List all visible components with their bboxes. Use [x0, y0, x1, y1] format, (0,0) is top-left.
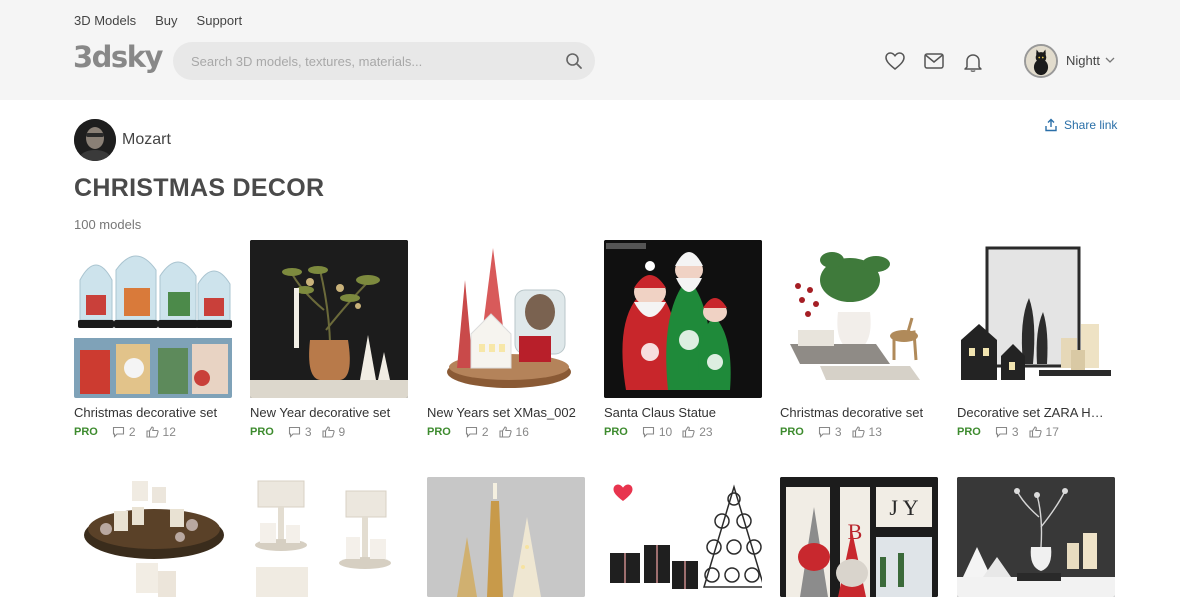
messages-mail-icon[interactable] — [923, 50, 945, 72]
comment-icon — [642, 426, 654, 438]
comment-icon — [112, 426, 124, 438]
author-avatar[interactable] — [74, 119, 116, 161]
nav-buy[interactable]: Buy — [155, 13, 177, 28]
site-header: 3D Models Buy Support 3dsky Nightt — [0, 0, 1180, 100]
model-meta: PRO 2 12 — [74, 425, 232, 439]
collection-title: CHRISTMAS DECOR — [74, 174, 325, 202]
model-card[interactable]: Christmas decorative set PRO 3 13 — [780, 240, 938, 439]
author-name[interactable]: Mozart — [122, 131, 171, 149]
like-count: 9 — [338, 425, 346, 439]
model-thumbnail[interactable] — [74, 477, 232, 597]
share-icon — [1045, 118, 1057, 132]
model-thumbnail[interactable] — [427, 477, 585, 597]
model-thumbnail[interactable] — [250, 477, 408, 597]
favorite-heart-icon[interactable] — [612, 483, 634, 503]
nav-3d-models[interactable]: 3D Models — [74, 13, 136, 28]
pro-badge: PRO — [780, 426, 804, 438]
model-card[interactable] — [427, 477, 585, 597]
pro-badge: PRO — [604, 426, 628, 438]
model-count: 100 models — [74, 217, 142, 232]
model-card[interactable]: Christmas decorative set PRO 2 12 — [74, 240, 232, 439]
model-thumbnail[interactable] — [604, 477, 762, 597]
like-count: 17 — [1045, 425, 1059, 439]
search-input[interactable] — [191, 42, 551, 80]
nav-support[interactable]: Support — [197, 13, 243, 28]
like-count: 16 — [515, 425, 529, 439]
site-logo[interactable]: 3dsky — [73, 40, 163, 74]
comment-icon — [995, 426, 1007, 438]
model-meta: PRO 3 13 — [780, 425, 938, 439]
comment-count: 2 — [481, 425, 489, 439]
comment-count: 3 — [834, 425, 842, 439]
like-count: 13 — [868, 425, 882, 439]
pro-badge: PRO — [74, 426, 98, 438]
user-avatar[interactable] — [1024, 44, 1058, 78]
model-card[interactable]: J Y B — [780, 477, 938, 597]
model-thumbnail[interactable] — [427, 240, 585, 398]
svg-text:B: B — [848, 519, 863, 544]
model-thumbnail[interactable] — [957, 240, 1115, 398]
comment-icon — [288, 426, 300, 438]
notifications-bell-icon[interactable] — [962, 51, 984, 73]
model-card[interactable]: New Years set XMas_002 PRO 2 16 — [427, 240, 585, 439]
model-name[interactable]: New Year decorative set — [250, 405, 406, 420]
favorites-heart-icon[interactable] — [884, 50, 906, 72]
model-meta: PRO 2 16 — [427, 425, 585, 439]
comment-icon — [465, 426, 477, 438]
user-name[interactable]: Nightt — [1066, 53, 1100, 68]
top-nav: 3D Models Buy Support — [74, 13, 242, 28]
model-name[interactable]: Christmas decorative set — [74, 405, 230, 420]
model-name[interactable]: Santa Claus Statue — [604, 405, 760, 420]
thumbs-up-icon — [851, 426, 865, 438]
comment-count: 3 — [1011, 425, 1019, 439]
search-bar — [173, 42, 595, 80]
model-name[interactable]: Decorative set ZARA HOME — [957, 405, 1113, 420]
comment-count: 3 — [304, 425, 312, 439]
share-link-button[interactable]: Share link — [1044, 118, 1117, 132]
model-thumbnail[interactable] — [250, 240, 408, 398]
model-thumbnail[interactable] — [604, 240, 762, 398]
thumbs-up-icon — [321, 426, 335, 438]
model-name[interactable]: New Years set XMas_002 — [427, 405, 583, 420]
model-card[interactable] — [604, 477, 762, 597]
model-card[interactable] — [250, 477, 408, 597]
model-thumbnail[interactable] — [957, 477, 1115, 597]
model-card[interactable] — [957, 477, 1115, 597]
thumbs-up-icon — [682, 426, 695, 438]
thumbs-up-icon — [145, 426, 159, 438]
svg-text:J Y: J Y — [889, 495, 918, 520]
pro-badge: PRO — [427, 426, 451, 438]
model-meta: PRO 3 17 — [957, 425, 1115, 439]
model-thumbnail[interactable]: J Y B — [780, 477, 938, 597]
model-card[interactable]: Santa Claus Statue PRO 10 23 — [604, 240, 762, 439]
model-meta: PRO 10 23 — [604, 425, 762, 439]
comment-icon — [818, 426, 830, 438]
like-count: 12 — [162, 425, 176, 439]
model-name[interactable]: Christmas decorative set — [780, 405, 936, 420]
pro-badge: PRO — [250, 426, 274, 438]
share-link-label: Share link — [1064, 118, 1118, 132]
model-thumbnail[interactable] — [74, 240, 232, 398]
model-card[interactable] — [74, 477, 232, 597]
model-thumbnail[interactable] — [780, 240, 938, 398]
model-card[interactable]: New Year decorative set PRO 3 9 — [250, 240, 408, 439]
comment-count: 2 — [128, 425, 136, 439]
pro-badge: PRO — [957, 426, 981, 438]
like-count: 23 — [699, 425, 713, 439]
model-card[interactable]: Decorative set ZARA HOME PRO 3 17 — [957, 240, 1115, 439]
model-meta: PRO 3 9 — [250, 425, 408, 439]
thumbs-up-icon — [1028, 426, 1042, 438]
thumbs-up-icon — [498, 426, 512, 438]
comment-count: 10 — [658, 425, 673, 439]
chevron-down-icon[interactable] — [1105, 56, 1115, 64]
search-icon[interactable] — [565, 52, 583, 70]
